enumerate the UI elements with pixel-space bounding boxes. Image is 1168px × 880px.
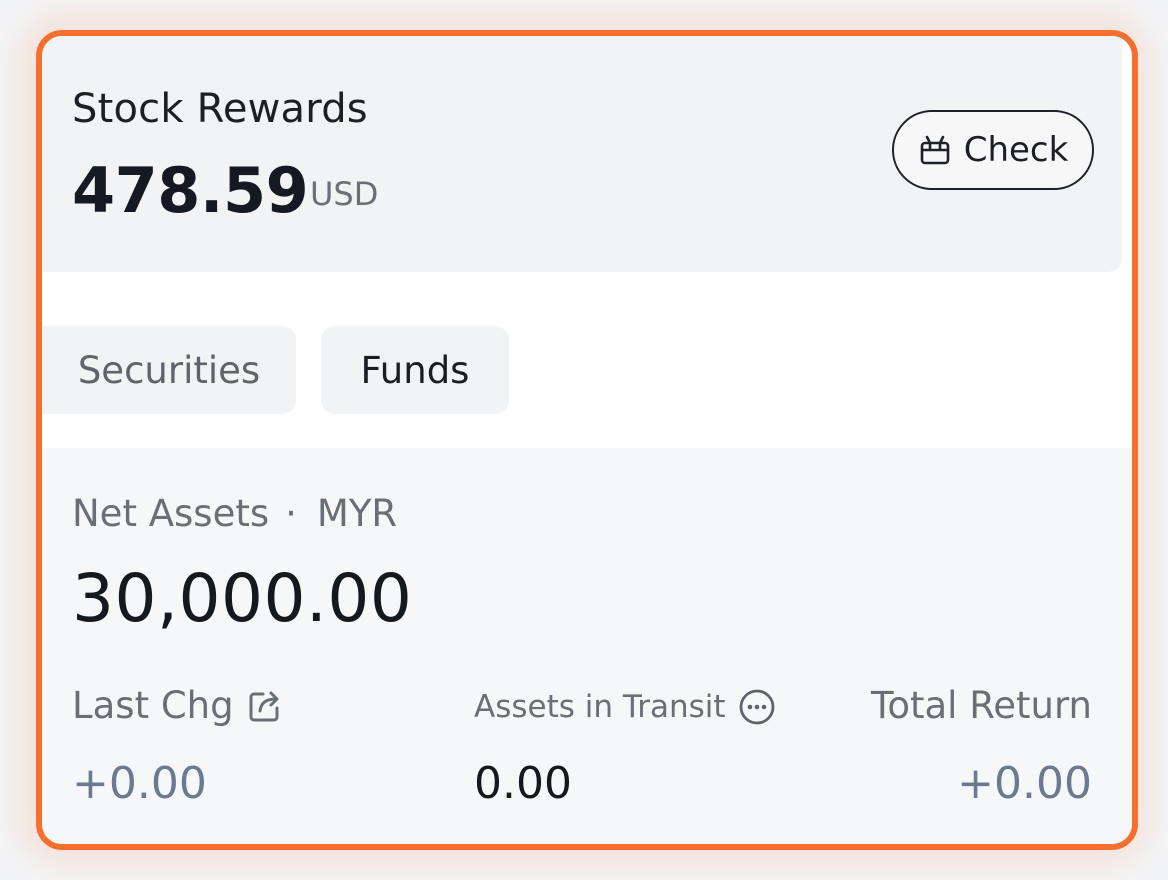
tab-funds[interactable]: Funds xyxy=(321,326,509,414)
rewards-title: Stock Rewards xyxy=(72,86,368,132)
check-button[interactable]: Check xyxy=(892,110,1094,190)
check-button-label: Check xyxy=(963,130,1069,170)
assets-in-transit-title: Assets in Transit xyxy=(474,689,726,725)
label-separator: · xyxy=(285,492,297,535)
more-circle-icon[interactable] xyxy=(738,688,776,726)
total-return-label: Total Return xyxy=(871,684,1092,727)
rewards-amount: 478.59 xyxy=(72,154,309,227)
rewards-currency: USD xyxy=(310,175,379,213)
net-assets-title: Net Assets xyxy=(72,492,270,535)
last-chg-title: Last Chg xyxy=(72,684,234,727)
last-chg-value: +0.00 xyxy=(72,758,207,809)
tab-securities[interactable]: Securities xyxy=(42,326,296,414)
share-icon[interactable] xyxy=(246,687,284,725)
gift-icon xyxy=(920,135,950,165)
assets-in-transit-value: 0.00 xyxy=(474,758,572,809)
net-assets-currency[interactable]: MYR xyxy=(317,492,397,535)
assets-card: Stock Rewards 478.59 USD Check Securitie… xyxy=(36,30,1138,850)
net-assets-label: Net Assets · MYR xyxy=(72,492,397,535)
stock-rewards-panel: Stock Rewards 478.59 USD Check xyxy=(42,36,1122,272)
last-chg-label: Last Chg xyxy=(72,684,284,727)
total-return-value: +0.00 xyxy=(957,758,1092,809)
net-assets-value: 30,000.00 xyxy=(72,560,413,637)
net-assets-panel: Net Assets · MYR 30,000.00 Last Chg +0.0… xyxy=(42,448,1132,844)
assets-in-transit-label: Assets in Transit xyxy=(474,688,776,726)
